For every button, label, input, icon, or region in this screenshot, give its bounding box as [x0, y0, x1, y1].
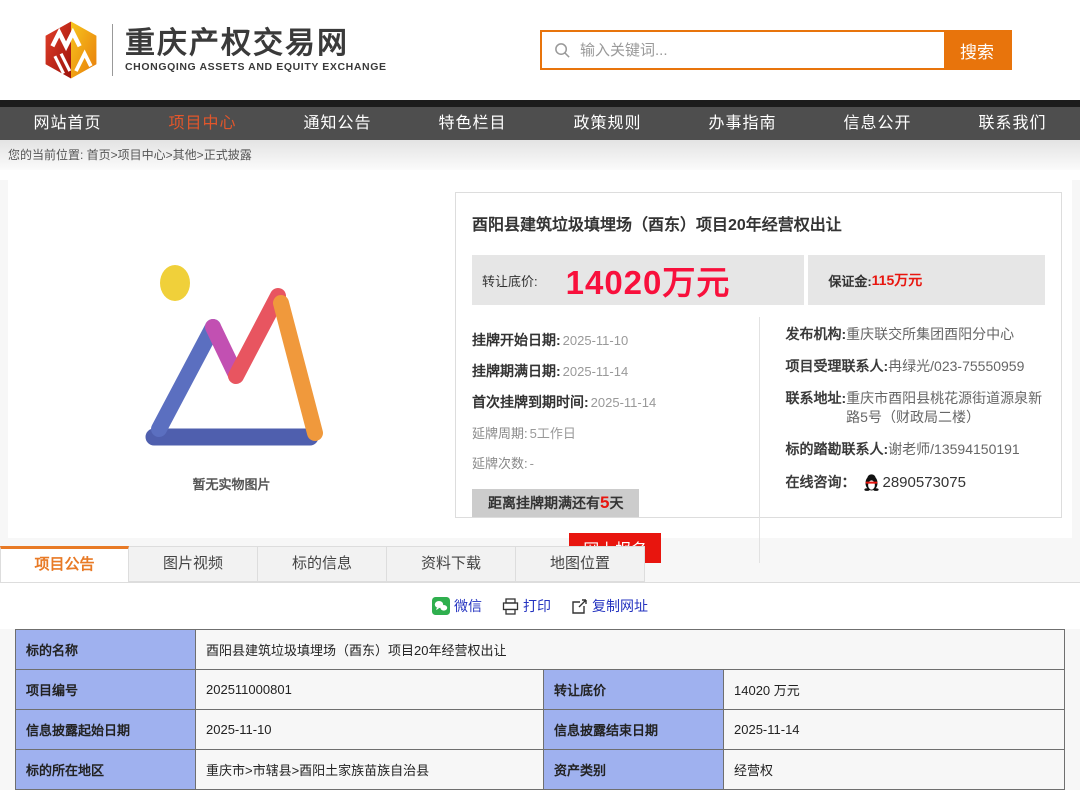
- nav-top-strip: [0, 100, 1080, 107]
- nav-item-home[interactable]: 网站首页: [0, 107, 135, 140]
- cell-value: 经营权: [724, 750, 1065, 790]
- contact-address: 联系地址: 重庆市酉阳县桃花源街道源泉新路5号（财政局二楼）: [786, 389, 1046, 427]
- listing-contacts: 发布机构:重庆联交所集团酉阳分中心 项目受理联系人:冉绿光/023-755509…: [759, 317, 1046, 563]
- site-subtitle: CHONGQING ASSETS AND EQUITY EXCHANGE: [125, 61, 387, 73]
- share-copy-url[interactable]: 复制网址: [571, 596, 648, 616]
- share-print[interactable]: 打印: [502, 596, 551, 616]
- qq-icon[interactable]: [864, 474, 879, 491]
- base-price-label: 转让底价:: [482, 271, 538, 290]
- cell-value: 酉阳县建筑垃圾填埋场（酉东）项目20年经营权出让: [196, 630, 1065, 670]
- table-row: 标的名称 酉阳县建筑垃圾填埋场（酉东）项目20年经营权出让: [16, 630, 1065, 670]
- table-row: 标的所在地区 重庆市>市辖县>酉阳土家族苗族自治县 资产类别 经营权: [16, 750, 1065, 790]
- share-toolbar: 微信 打印 复制网址: [0, 583, 1080, 629]
- cell-label: 转让底价: [544, 670, 724, 710]
- listing-info-box: 酉阳县建筑垃圾填埋场（酉东）项目20年经营权出让 转让底价: 14020万元 保…: [455, 192, 1062, 518]
- cell-label: 项目编号: [16, 670, 196, 710]
- cell-label: 信息披露结束日期: [544, 710, 724, 750]
- qq-number[interactable]: 2890573075: [883, 474, 966, 491]
- deposit-value: 115万元: [872, 270, 923, 290]
- wechat-icon: [432, 597, 450, 615]
- copy-link-icon: [571, 598, 588, 615]
- table-row: 项目编号 202511000801 转让底价 14020 万元: [16, 670, 1065, 710]
- price-bar: 转让底价: 14020万元 保证金: 115万元: [472, 255, 1045, 305]
- listing-detail-table: 标的名称 酉阳县建筑垃圾填埋场（酉东）项目20年经营权出让 项目编号 20251…: [15, 629, 1065, 790]
- contact-survey: 标的踏勘联系人:谢老师/13594150191: [786, 440, 1046, 459]
- field-first-expiry: 首次挂牌到期时间:2025-11-14: [472, 392, 759, 412]
- no-image-icon: [107, 235, 357, 470]
- cell-label: 信息披露起始日期: [16, 710, 196, 750]
- field-start-date: 挂牌开始日期:2025-11-10: [472, 330, 759, 350]
- online-consult-row: 在线咨询： 2890573075: [786, 472, 1046, 492]
- listing-panel: 暂无实物图片 酉阳县建筑垃圾填埋场（酉东）项目20年经营权出让 转让底价: 14…: [8, 180, 1072, 538]
- nav-item-projects[interactable]: 项目中心: [135, 107, 270, 140]
- cell-value: 2025-11-10: [196, 710, 544, 750]
- listing-dates: 挂牌开始日期:2025-11-10 挂牌期满日期:2025-11-14 首次挂牌…: [472, 317, 759, 563]
- site-title: 重庆产权交易网: [125, 27, 387, 61]
- share-wechat[interactable]: 微信: [432, 596, 482, 616]
- cell-label: 标的所在地区: [16, 750, 196, 790]
- nav-item-policies[interactable]: 政策规则: [540, 107, 675, 140]
- cell-value: 14020 万元: [724, 670, 1065, 710]
- cell-value: 2025-11-14: [724, 710, 1065, 750]
- search-icon: [554, 42, 571, 59]
- tab-downloads[interactable]: 资料下载: [387, 546, 516, 582]
- table-row: 信息披露起始日期 2025-11-10 信息披露结束日期 2025-11-14: [16, 710, 1065, 750]
- nav-item-contact[interactable]: 联系我们: [945, 107, 1080, 140]
- breadcrumb: 您的当前位置: 首页>项目中心>其他>正式披露: [0, 140, 1080, 170]
- countdown-badge: 距离挂牌期满还有5天: [472, 489, 639, 517]
- contact-acceptance: 项目受理联系人:冉绿光/023-75550959: [786, 357, 1046, 376]
- photo-placeholder: 暂无实物图片: [8, 180, 455, 538]
- nav-item-notices[interactable]: 通知公告: [270, 107, 405, 140]
- deposit-label: 保证金:: [828, 271, 871, 290]
- cell-value: 重庆市>市辖县>酉阳土家族苗族自治县: [196, 750, 544, 790]
- search-input[interactable]: [580, 42, 944, 59]
- listing-title: 酉阳县建筑垃圾填埋场（酉东）项目20年经营权出让: [472, 211, 1045, 235]
- field-extension-period: 延牌周期:5工作日: [472, 423, 759, 442]
- nav-item-guide[interactable]: 办事指南: [675, 107, 810, 140]
- tab-photos-videos[interactable]: 图片视频: [129, 546, 258, 582]
- nav-item-features[interactable]: 特色栏目: [405, 107, 540, 140]
- printer-icon: [502, 598, 519, 615]
- no-image-text: 暂无实物图片: [192, 474, 270, 493]
- tab-target-info[interactable]: 标的信息: [258, 546, 387, 582]
- tab-project-notice[interactable]: 项目公告: [0, 546, 129, 582]
- page-header: 重庆产权交易网 CHONGQING ASSETS AND EQUITY EXCH…: [0, 0, 1080, 100]
- tab-map-location[interactable]: 地图位置: [516, 546, 645, 582]
- search-bar: 搜索: [540, 30, 1012, 70]
- cell-label: 标的名称: [16, 630, 196, 670]
- cell-value: 202511000801: [196, 670, 544, 710]
- field-extension-count: 延牌次数:-: [472, 453, 759, 472]
- contact-publisher: 发布机构:重庆联交所集团酉阳分中心: [786, 325, 1046, 344]
- nav-item-disclosure[interactable]: 信息公开: [810, 107, 945, 140]
- search-button[interactable]: 搜索: [944, 32, 1010, 68]
- logo-divider: [112, 24, 113, 76]
- main-nav: 网站首页 项目中心 通知公告 特色栏目 政策规则 办事指南 信息公开 联系我们: [0, 107, 1080, 140]
- consult-label: 在线咨询：: [786, 472, 856, 492]
- site-logo[interactable]: 重庆产权交易网 CHONGQING ASSETS AND EQUITY EXCH…: [40, 19, 387, 81]
- base-price-value: 14020万元: [566, 256, 731, 304]
- field-end-date: 挂牌期满日期:2025-11-14: [472, 361, 759, 381]
- logo-icon: [40, 19, 102, 81]
- cell-label: 资产类别: [544, 750, 724, 790]
